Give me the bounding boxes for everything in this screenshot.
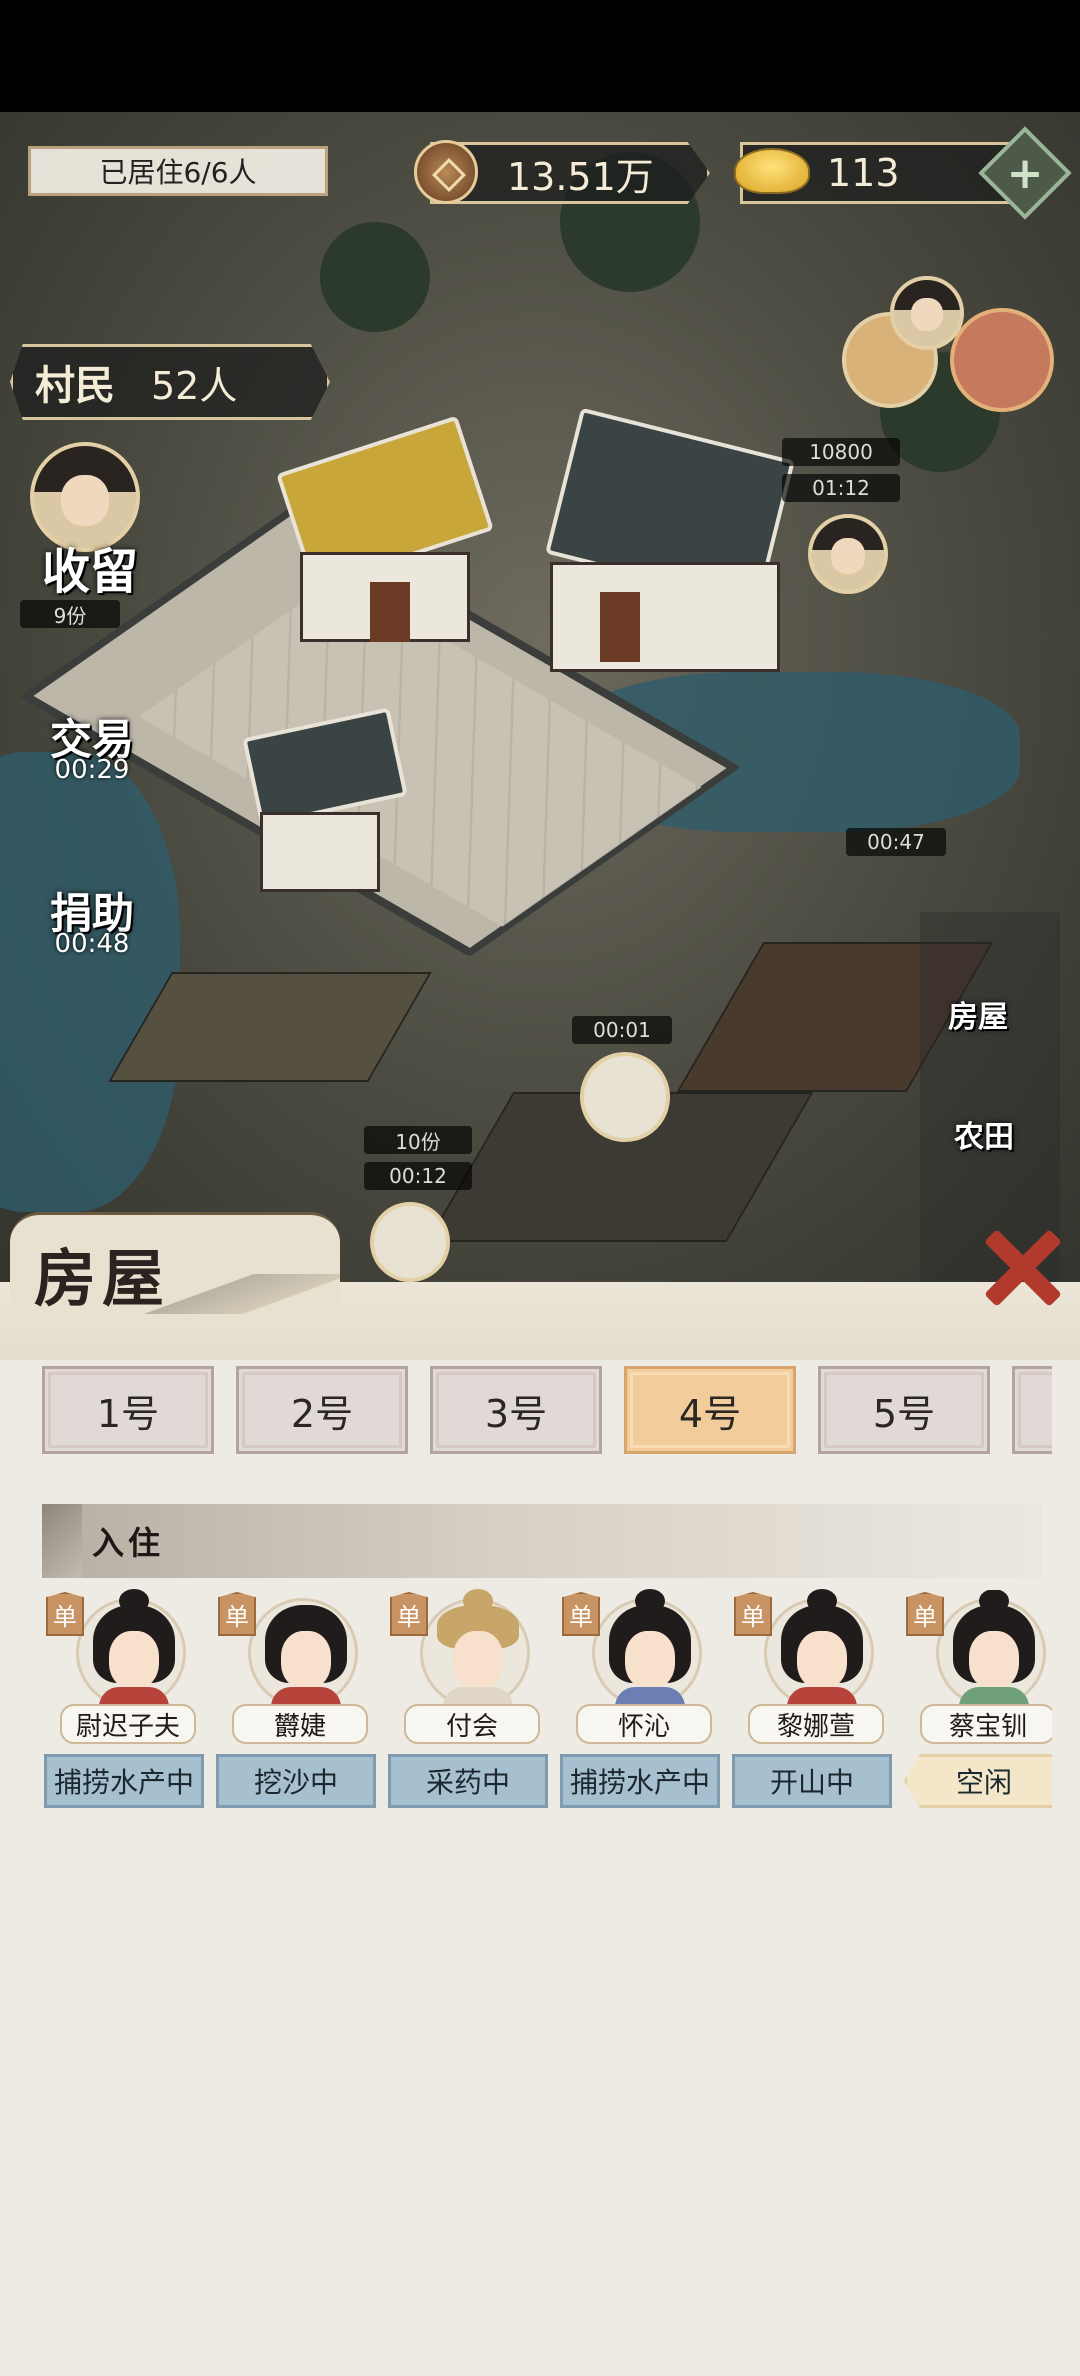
trade-timer: 00:29 bbox=[54, 755, 130, 785]
production-timer: 00:01 bbox=[572, 1016, 672, 1044]
production-timer: 00:12 bbox=[364, 1162, 472, 1190]
resident-card[interactable]: 单 蔡宝钏 空闲 bbox=[902, 1590, 1052, 1810]
single-tag: 单 bbox=[218, 1592, 256, 1636]
resident-portrait bbox=[420, 1589, 530, 1708]
copper-coin-icon bbox=[414, 140, 478, 204]
production-amount: 10800 bbox=[782, 438, 900, 466]
resident-portrait bbox=[936, 1590, 1046, 1708]
resident-status: 捕捞水产中 bbox=[44, 1754, 204, 1808]
resident-name: 怀沁 bbox=[576, 1704, 712, 1744]
coin-amount: 13.51万 bbox=[507, 154, 654, 199]
close-icon[interactable] bbox=[976, 1222, 1068, 1314]
resident-name: 付会 bbox=[404, 1704, 540, 1744]
farmland-menu-button[interactable]: 农田 bbox=[954, 1112, 1014, 1156]
tab-house-2[interactable]: 2号 bbox=[236, 1366, 408, 1454]
section-header bbox=[42, 1504, 1042, 1578]
resident-card[interactable]: 单 尉迟子夫 捕捞水产中 bbox=[42, 1589, 212, 1810]
tree bbox=[320, 222, 430, 332]
gold-ingot-icon bbox=[734, 148, 810, 194]
house-door bbox=[370, 582, 410, 642]
gold-amount: 113 bbox=[827, 151, 900, 195]
house-wall bbox=[550, 562, 780, 672]
house-tabs: 1号 2号 3号 4号 5号 bbox=[42, 1366, 1052, 1456]
resident-name: 蔡宝钏 bbox=[920, 1704, 1052, 1744]
tab-house-1[interactable]: 1号 bbox=[42, 1366, 214, 1454]
add-gold-button[interactable]: + bbox=[978, 126, 1072, 220]
production-timer: 00:47 bbox=[846, 828, 946, 856]
worker-avatar[interactable] bbox=[808, 514, 888, 594]
resident-portrait bbox=[76, 1589, 186, 1708]
resident-status: 挖沙中 bbox=[216, 1754, 376, 1808]
status-bar bbox=[0, 0, 1080, 112]
ink-mountain-decoration bbox=[120, 1274, 340, 1314]
gate-wall bbox=[260, 812, 380, 892]
resident-card[interactable]: 单 付会 采药中 bbox=[386, 1589, 556, 1810]
tab-house-more[interactable] bbox=[1012, 1366, 1052, 1454]
single-tag: 单 bbox=[46, 1592, 84, 1636]
resident-status: 捕捞水产中 bbox=[560, 1754, 720, 1808]
shelter-button[interactable]: 收留 bbox=[42, 532, 138, 602]
house-door bbox=[600, 592, 640, 662]
donate-timer: 00:48 bbox=[54, 929, 130, 959]
single-tag: 单 bbox=[390, 1592, 428, 1636]
resident-name: 黎娜萱 bbox=[748, 1704, 884, 1744]
villagers-count: 52人 bbox=[151, 363, 238, 408]
resident-status: 空闲 bbox=[904, 1754, 1052, 1808]
resident-status: 采药中 bbox=[388, 1754, 548, 1808]
resident-portrait bbox=[592, 1589, 702, 1708]
tab-house-5[interactable]: 5号 bbox=[818, 1366, 990, 1454]
plus-icon: + bbox=[1006, 147, 1044, 199]
settings-gear-icon[interactable] bbox=[950, 308, 1054, 412]
resident-portrait bbox=[764, 1589, 874, 1708]
shelter-count: 9份 bbox=[20, 600, 120, 628]
villagers-label: 村民 bbox=[35, 362, 115, 409]
single-tag: 单 bbox=[734, 1592, 772, 1636]
resident-portrait bbox=[248, 1598, 358, 1708]
residents-panel: 已居住6/6人 bbox=[28, 146, 328, 196]
section-label: 入住 bbox=[92, 1524, 165, 1562]
villagers-panel: 村民 52人 bbox=[10, 344, 330, 420]
tab-house-4[interactable]: 4号 bbox=[624, 1366, 796, 1454]
river bbox=[0, 752, 180, 1212]
crop-icon[interactable] bbox=[580, 1052, 670, 1142]
single-tag: 单 bbox=[906, 1592, 944, 1636]
resident-card[interactable]: 单 欝婕 挖沙中 bbox=[214, 1590, 384, 1810]
single-tag: 单 bbox=[562, 1592, 600, 1636]
resident-card[interactable]: 单 怀沁 捕捞水产中 bbox=[558, 1589, 728, 1810]
house-menu-button[interactable]: 房屋 bbox=[948, 992, 1008, 1036]
production-timer: 01:12 bbox=[782, 474, 900, 502]
resident-card[interactable]: 单 黎娜萱 开山中 bbox=[730, 1589, 900, 1810]
resident-name: 尉迟子夫 bbox=[60, 1704, 196, 1744]
resident-status: 开山中 bbox=[732, 1754, 892, 1808]
resident-name: 欝婕 bbox=[232, 1704, 368, 1744]
production-amount: 10份 bbox=[364, 1126, 472, 1154]
residents-status: 已居住6/6人 bbox=[99, 156, 257, 189]
villager-avatar[interactable] bbox=[890, 276, 964, 350]
tab-house-3[interactable]: 3号 bbox=[430, 1366, 602, 1454]
village-map[interactable]: 已居住6/6人 13.51万 113 + 村民 52人 收留 9份 交易 00:… bbox=[0, 112, 1080, 1282]
